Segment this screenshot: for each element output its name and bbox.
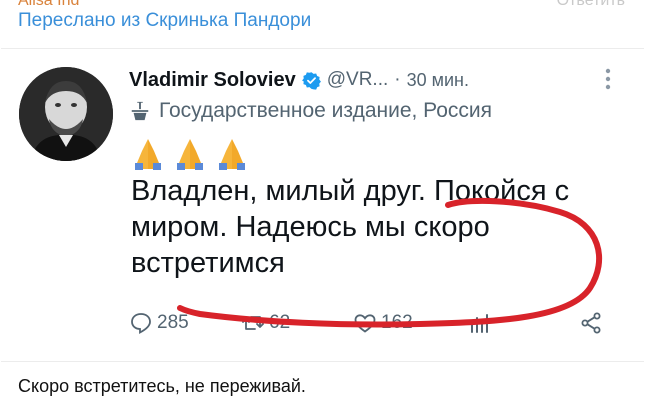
verified-badge-icon [301,71,321,90]
analytics-icon [471,314,488,333]
more-options-icon[interactable] [605,67,611,91]
separator-dot: · [394,69,401,90]
retweet-icon [242,316,264,330]
reply-icon [131,313,151,334]
heart-icon [354,314,376,333]
reply-count: 285 [157,312,189,333]
tweet-screenshot: Vladimir Soloviev @VR... · 30 мин. Госуд… [1,48,644,362]
reply-action[interactable]: 285 [129,311,189,335]
like-count: 162 [381,312,413,333]
previous-message-strip: Alisa Ind Ответить [0,0,645,8]
emoji-row [129,137,251,171]
tweet-actions: 285 62 162 [129,311,609,343]
avatar [19,67,113,161]
share-icon [581,312,601,334]
folded-hands-icon [135,139,161,170]
affiliation-row: Государственное издание, Россия [129,97,492,125]
folded-hands-icon [177,139,203,170]
retweet-action[interactable]: 62 [241,311,290,335]
affiliation-label: Государственное издание, Россия [159,99,493,122]
reply-button[interactable]: Ответить [557,0,625,8]
author-handle[interactable]: @VR... [327,69,389,91]
folded-hands-icon [219,139,245,170]
forwarded-from-link[interactable]: Переслано из Скринька Пандори [18,10,311,32]
message-caption: Скоро встретитесь, не переживай. [18,376,306,396]
state-media-icon [131,101,149,121]
avatar-portrait [19,67,113,161]
views-action[interactable] [467,311,495,335]
like-action[interactable]: 162 [353,311,413,335]
share-action[interactable] [579,311,607,335]
previous-author-name[interactable]: Alisa Ind [18,0,79,8]
author-name[interactable]: Vladimir Soloviev [129,69,296,92]
tweet-text: Владлен, милый друг. Покойся с миром. На… [131,175,570,279]
retweet-count: 62 [269,312,291,333]
tweet-author-row: Vladimir Soloviev @VR... · 30 мин. [129,67,469,93]
tweet-timestamp[interactable]: 30 мин. [407,70,469,91]
